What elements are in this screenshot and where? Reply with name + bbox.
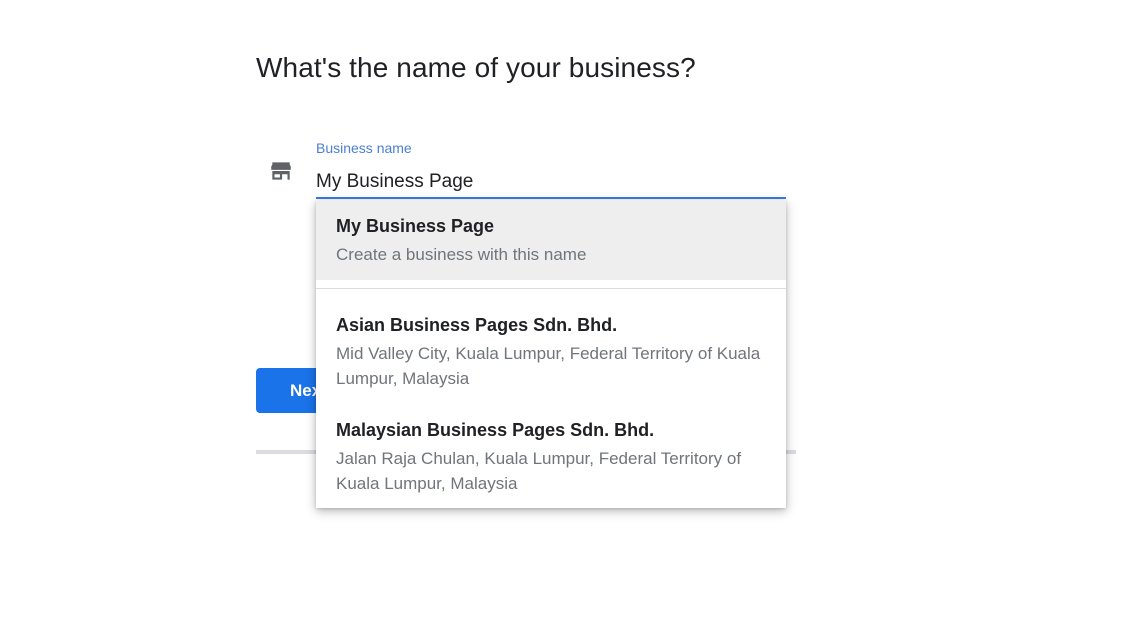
suggestion-title: My Business Page bbox=[336, 216, 495, 236]
suggestion-create-business[interactable]: My Business Page Create a business with … bbox=[316, 200, 786, 280]
suggestions-dropdown: My Business Page Create a business with … bbox=[316, 200, 786, 508]
input-focus-underline bbox=[316, 197, 786, 199]
suggestions-divider bbox=[316, 288, 786, 289]
suggestion-subtitle: Mid Valley City, Kuala Lumpur, Federal T… bbox=[336, 344, 761, 388]
business-name-input[interactable] bbox=[316, 168, 786, 196]
store-icon bbox=[268, 158, 294, 184]
suggestion-subtitle: Jalan Raja Chulan, Kuala Lumpur, Federal… bbox=[336, 449, 742, 493]
suggestion-title: Asian Business Pages Sdn. Bhd. bbox=[336, 315, 618, 335]
page-title: What's the name of your business? bbox=[256, 52, 696, 83]
business-name-label: Business name bbox=[316, 140, 412, 156]
suggestion-subtitle: Create a business with this name bbox=[336, 245, 587, 264]
suggestion-item[interactable]: Malaysian Business Pages Sdn. Bhd. Jalan… bbox=[316, 409, 786, 505]
suggestion-item[interactable]: Asian Business Pages Sdn. Bhd. Mid Valle… bbox=[316, 304, 786, 400]
suggestion-title: Malaysian Business Pages Sdn. Bhd. bbox=[336, 420, 655, 440]
